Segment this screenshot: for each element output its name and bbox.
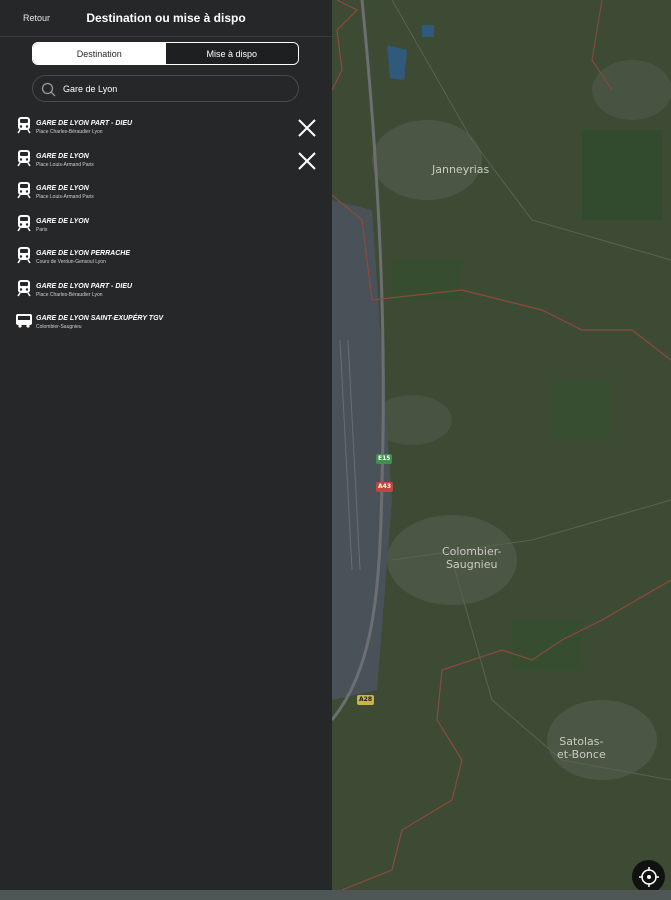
result-item[interactable]: GARE DE LYON Place Louis-Armand Paris xyxy=(0,143,332,175)
mode-segmented-control: Destination Mise à dispo xyxy=(32,42,299,65)
locate-me-button[interactable] xyxy=(632,860,665,893)
road-badge: E15 xyxy=(376,454,393,464)
road-badge: A43 xyxy=(376,482,393,492)
map-view[interactable]: Janneyrias Colombier- Saugnieu Satolas- … xyxy=(332,0,671,900)
train-icon xyxy=(15,116,33,134)
bottom-bar xyxy=(0,890,671,900)
result-address: Place Louis-Armand Paris xyxy=(36,194,94,200)
train-icon xyxy=(15,214,33,232)
train-icon xyxy=(15,181,33,199)
map-place-label: Satolas- et-Bonce xyxy=(557,735,606,761)
result-item[interactable]: GARE DE LYON Paris xyxy=(0,208,332,240)
map-canvas xyxy=(332,0,671,891)
tab-mise-a-dispo[interactable]: Mise à dispo xyxy=(165,43,298,64)
tab-destination[interactable]: Destination xyxy=(33,43,166,64)
result-item[interactable]: GARE DE LYON PERRACHE Cours de Verdun-Gen… xyxy=(0,240,332,272)
result-name: GARE DE LYON PERRACHE xyxy=(36,250,130,257)
destination-panel: Retour Destination ou mise à dispo Desti… xyxy=(0,0,332,890)
close-icon xyxy=(296,119,318,143)
search-icon xyxy=(41,82,56,97)
train-icon xyxy=(15,279,33,297)
road-badge: A28 xyxy=(357,695,374,705)
result-name: GARE DE LYON xyxy=(36,217,89,225)
search-input[interactable] xyxy=(63,80,288,98)
close-icon xyxy=(296,151,318,176)
result-name: GARE DE LYON PART - DIEU xyxy=(36,120,133,127)
result-name: GARE DE LYON PART - DIEU xyxy=(36,282,133,290)
result-address: Place Charles-Béraudier Lyon xyxy=(36,291,103,298)
bus-icon xyxy=(15,311,33,329)
result-item[interactable]: GARE DE LYON PART - DIEU Place Charles-Bé… xyxy=(0,110,332,142)
map-place-label: Janneyrias xyxy=(432,163,490,176)
result-item[interactable]: GARE DE LYON Place Louis-Armand Paris xyxy=(0,175,332,207)
train-icon xyxy=(15,149,33,167)
result-item[interactable]: GARE DE LYON PART - DIEU Place Charles-Bé… xyxy=(0,273,332,305)
result-name: GARE DE LYON SAINT-EXUPÉRY TGV xyxy=(36,315,164,322)
result-item[interactable]: GARE DE LYON SAINT-EXUPÉRY TGV Colombier-… xyxy=(0,305,332,337)
result-address: Place Charles-Béraudier Lyon xyxy=(36,129,103,135)
result-name: GARE DE LYON xyxy=(36,152,89,160)
result-address: Cours de Verdun-Gensoul Lyon xyxy=(36,259,106,265)
crosshair-icon xyxy=(638,866,659,887)
result-address: Paris xyxy=(36,226,48,233)
search-box xyxy=(32,75,299,102)
remove-recent-button[interactable] xyxy=(296,117,318,139)
result-address: Colombier-Saugnieu xyxy=(36,324,82,330)
panel-header: Retour Destination ou mise à dispo xyxy=(0,0,332,37)
result-address: Place Louis-Armand Paris xyxy=(36,161,94,168)
map-place-label: Colombier- Saugnieu xyxy=(442,545,502,571)
result-name: GARE DE LYON xyxy=(36,185,89,192)
page-title: Destination ou mise à dispo xyxy=(86,11,246,25)
remove-recent-button[interactable] xyxy=(296,150,318,172)
train-icon xyxy=(15,246,33,264)
